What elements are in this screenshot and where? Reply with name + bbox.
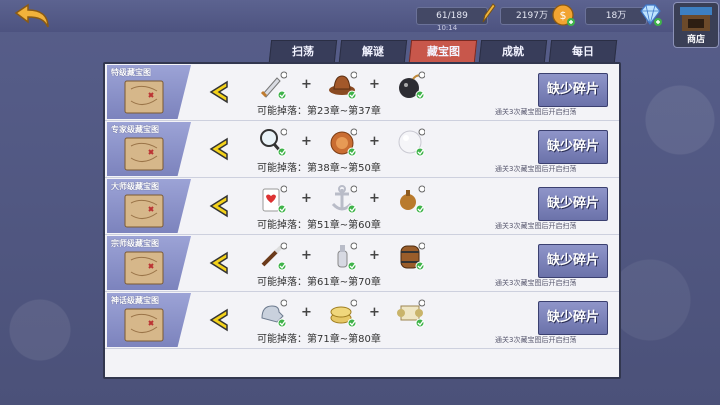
gold-value: 2197万 <box>516 11 548 21</box>
sweep-unlock-hint: 通关3次藏宝图后开启扫荡 <box>495 222 577 230</box>
arrow-left-icon <box>209 308 228 332</box>
sweep-unlock-hint: 通关3次藏宝图后开启扫荡 <box>495 108 577 116</box>
missing-fragments-button[interactable]: 缺少碎片 <box>538 130 608 164</box>
plus-sign: + <box>369 248 380 263</box>
treasure-map-icon <box>124 308 164 342</box>
plus-sign: + <box>369 77 380 92</box>
map-row: 神话级藏宝图 + + 可能掉落：第71章~第80章 缺少碎片 通关3次藏宝图后开… <box>105 292 619 349</box>
clock: 10:14 <box>437 24 458 32</box>
plus-sign: + <box>301 248 312 263</box>
diamond-icon[interactable] <box>637 3 663 27</box>
map-tier-header: 宗师级藏宝图 <box>107 236 191 290</box>
shop-label: 商店 <box>686 35 705 45</box>
arrow-left-icon <box>209 80 228 104</box>
plus-sign: + <box>301 77 312 92</box>
scroll-icon <box>397 299 425 328</box>
gold-coin-icon[interactable]: $ <box>552 3 576 27</box>
stamina-value: 61/189 <box>436 11 468 21</box>
map-row: 特级藏宝图 + + 可能掉落：第23章~第37章 缺少碎片 通关3次藏宝图后开启… <box>105 64 619 121</box>
tab-puzzle[interactable]: 解谜 <box>338 40 408 62</box>
plus-sign: + <box>301 134 312 149</box>
diamond-value: 18万 <box>605 11 627 21</box>
tab-sweep[interactable]: 扫荡 <box>268 40 338 62</box>
treasure-map-icon <box>124 137 164 171</box>
missing-fragments-button[interactable]: 缺少碎片 <box>538 187 608 221</box>
bomb-icon <box>399 71 425 100</box>
missing-fragments-button[interactable]: 缺少碎片 <box>538 73 608 107</box>
drop-chapters: 可能掉落：第51章~第60章 <box>257 220 381 231</box>
bottle-icon <box>337 242 357 271</box>
rope-icon <box>330 128 357 157</box>
plus-sign: + <box>369 305 380 320</box>
pencil-icon[interactable] <box>480 2 496 24</box>
plus-sign: + <box>301 305 312 320</box>
pearl-icon <box>398 128 425 157</box>
arrow-left-icon <box>209 137 228 161</box>
dagger-icon <box>260 71 287 100</box>
shop-button[interactable]: 商店 <box>673 2 719 48</box>
back-arrow-icon[interactable] <box>12 3 52 29</box>
drop-chapters: 可能掉落：第71章~第80章 <box>257 334 381 345</box>
treasure-map-list: 特级藏宝图 + + 可能掉落：第23章~第37章 缺少碎片 通关3次藏宝图后开启… <box>103 62 621 379</box>
potion-icon <box>400 185 425 214</box>
sweep-unlock-hint: 通关3次藏宝图后开启扫荡 <box>495 279 577 287</box>
treasure-map-icon <box>124 251 164 285</box>
plus-sign: + <box>369 134 380 149</box>
map-row: 宗师级藏宝图 + + 可能掉落：第61章~第70章 缺少碎片 通关3次藏宝图后开… <box>105 235 619 292</box>
plus-sign: + <box>301 191 312 206</box>
shop-stall-icon <box>680 7 712 31</box>
stamina-display: 61/189 <box>416 7 488 25</box>
brush-icon <box>261 242 287 271</box>
missing-fragments-button[interactable]: 缺少碎片 <box>538 244 608 278</box>
svg-text:$: $ <box>560 9 567 22</box>
arrow-left-icon <box>209 251 228 275</box>
map-tier-header: 专家级藏宝图 <box>107 122 191 176</box>
treasure-map-icon <box>124 80 164 114</box>
coins-icon <box>330 299 357 328</box>
hat-icon <box>329 71 357 100</box>
treasure-map-icon <box>124 194 164 228</box>
anchor-icon <box>331 185 357 214</box>
map-tier-header: 大师级藏宝图 <box>107 179 191 233</box>
map-row: 大师级藏宝图 + + 可能掉落：第51章~第60章 缺少碎片 通关3次藏宝图后开… <box>105 178 619 235</box>
plus-sign: + <box>369 191 380 206</box>
missing-fragments-button[interactable]: 缺少碎片 <box>538 301 608 335</box>
map-row: 专家级藏宝图 + + 可能掉落：第38章~第50章 缺少碎片 通关3次藏宝图后开… <box>105 121 619 178</box>
card-icon <box>262 185 287 214</box>
drop-chapters: 可能掉落：第38章~第50章 <box>257 163 381 174</box>
map-tier-header: 特级藏宝图 <box>107 65 191 119</box>
top-bar: 61/189 10:14 2197万 $ 18万 商店 <box>0 0 720 48</box>
tab-achievement[interactable]: 成就 <box>478 40 548 62</box>
drop-chapters: 可能掉落：第61章~第70章 <box>257 277 381 288</box>
sweep-unlock-hint: 通关3次藏宝图后开启扫荡 <box>495 165 577 173</box>
sweep-unlock-hint: 通关3次藏宝图后开启扫荡 <box>495 336 577 344</box>
gloves-icon <box>261 299 287 328</box>
drop-chapters: 可能掉落：第23章~第37章 <box>257 106 381 117</box>
tab-daily[interactable]: 每日 <box>548 40 618 62</box>
lens-icon <box>260 128 287 157</box>
map-tier-header: 神话级藏宝图 <box>107 293 191 347</box>
tab-treasure-map[interactable]: 藏宝图 <box>408 40 478 62</box>
arrow-left-icon <box>209 194 228 218</box>
barrel-icon <box>400 242 425 271</box>
